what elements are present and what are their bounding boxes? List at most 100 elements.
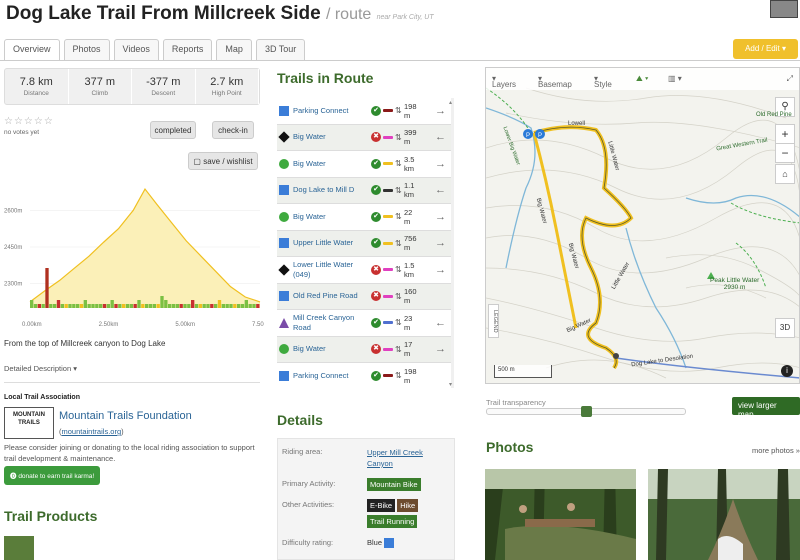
- direction-icon: ⇅: [395, 132, 402, 142]
- detailed-description-toggle[interactable]: Detailed Description ▾: [4, 364, 77, 373]
- grade-bar: [37, 304, 41, 308]
- other-activities: E-Bike Hike Trail Running: [367, 499, 419, 528]
- add-edit-button[interactable]: Add / Edit ▾: [733, 39, 798, 59]
- columns-icon[interactable]: ▥ ▾: [668, 74, 682, 83]
- trail-direction: →: [435, 104, 446, 117]
- grade-bar: [214, 304, 218, 308]
- info-icon[interactable]: i: [781, 365, 793, 377]
- save-wishlist-button[interactable]: ▢ save / wishlist: [188, 152, 258, 170]
- association-name-link[interactable]: Mountain Trails Foundation: [59, 410, 192, 422]
- trail-row[interactable]: Big Water ✔ ⇅ 22 m →: [277, 204, 452, 231]
- trail-direction: ←: [435, 316, 446, 329]
- grade-bar: [202, 304, 206, 308]
- direction-icon: ⇅: [395, 106, 402, 116]
- direction-icon: ⇅: [395, 291, 402, 301]
- compass-icon[interactable]: ⌂: [775, 164, 795, 184]
- trail-photo-1[interactable]: [485, 469, 636, 560]
- photos-heading: Photos: [486, 439, 534, 455]
- completed-button[interactable]: completed: [150, 121, 196, 139]
- trail-direction: →: [435, 263, 446, 276]
- tab-reports[interactable]: Reports: [162, 39, 213, 61]
- legend-toggle[interactable]: LEGEND: [488, 304, 499, 338]
- fullscreen-icon[interactable]: ⤢: [787, 74, 793, 84]
- trail-row[interactable]: Big Water ✖ ⇅ 17 m →: [277, 336, 452, 363]
- trail-name[interactable]: Mill Creek Canyon Road: [293, 313, 371, 333]
- transparency-slider-handle[interactable]: [581, 406, 592, 417]
- more-photos-link[interactable]: more photos »: [752, 446, 800, 455]
- condition-icon: ✔: [371, 370, 381, 381]
- trail-row[interactable]: Old Red Pine Road ✖ ⇅ 160 m: [277, 283, 452, 310]
- trail-length: 17 m: [404, 340, 413, 359]
- trail-name[interactable]: Dog Lake to Mill D: [293, 185, 371, 195]
- style-menu[interactable]: Style ▾: [594, 74, 612, 89]
- trail-color-swatch: [383, 268, 393, 272]
- trail-length: 3.5 km: [404, 154, 415, 173]
- scroll-down-icon[interactable]: ▾: [449, 381, 452, 388]
- grade-bar: [114, 304, 118, 308]
- trail-map[interactable]: PP Layers ▾ Basemap ▾ Style ▾ ⛰ ▾ ▥ ▾ ⤢ …: [485, 67, 800, 384]
- grade-bar: [256, 304, 260, 308]
- tab-map[interactable]: Map: [216, 39, 252, 61]
- grade-bar: [56, 300, 61, 308]
- association-url[interactable]: (mountaintrails.org): [59, 427, 124, 436]
- tab-3d-tour[interactable]: 3D Tour: [255, 39, 306, 61]
- riding-area-link[interactable]: Upper Mill Creek Canyon: [367, 447, 447, 469]
- tab-divider: [0, 60, 800, 61]
- trail-row[interactable]: Dog Lake to Mill D ✔ ⇅ 1.1 km ←: [277, 177, 452, 204]
- scroll-up-icon[interactable]: ▴: [449, 99, 452, 106]
- difficulty-label: Difficulty rating:: [282, 538, 334, 547]
- trail-color-swatch: [383, 109, 393, 113]
- tab-overview[interactable]: Overview: [4, 39, 60, 61]
- trail-row[interactable]: Lower Little Water (049) ✖ ⇅ 1.5 km →: [277, 257, 452, 284]
- basemap-menu[interactable]: Basemap ▾: [538, 74, 572, 89]
- trail-length: 23 m: [404, 313, 413, 332]
- x-tick-label: 2.50km: [99, 322, 119, 328]
- rating-stars[interactable]: ☆☆☆☆☆: [4, 116, 54, 127]
- layers-menu[interactable]: Layers ▾: [492, 74, 516, 89]
- trail-name[interactable]: Big Water: [293, 132, 371, 142]
- 3d-button[interactable]: 3D: [775, 318, 795, 338]
- tab-videos[interactable]: Videos: [113, 39, 159, 61]
- grade-bar: [122, 304, 126, 308]
- association-logo[interactable]: MOUNTAIN TRAILS: [4, 407, 54, 439]
- riding-area-label: Riding area:: [282, 447, 323, 456]
- checkin-button[interactable]: check-in: [212, 121, 254, 139]
- trail-row[interactable]: Big Water ✔ ⇅ 3.5 km →: [277, 151, 452, 178]
- trails-scrollbar[interactable]: [451, 98, 454, 388]
- trail-name[interactable]: Big Water: [293, 344, 371, 354]
- tab-photos[interactable]: Photos: [63, 39, 110, 61]
- trail-name[interactable]: Parking Connect: [293, 106, 371, 116]
- trail-name[interactable]: Lower Little Water (049): [293, 260, 371, 280]
- grade-bar: [30, 300, 34, 308]
- grade-bar: [183, 304, 187, 308]
- zoom-out-button[interactable]: −: [775, 143, 795, 163]
- map-canvas[interactable]: PP: [486, 68, 800, 384]
- trail-name[interactable]: Upper Little Water: [293, 238, 371, 248]
- trail-name[interactable]: Big Water: [293, 159, 371, 169]
- trail-row[interactable]: Parking Connect ✔ ⇅ 198 m →: [277, 98, 452, 125]
- trail-color-swatch: [383, 241, 393, 245]
- map-toolbar: Layers ▾ Basemap ▾ Style ▾ ⛰ ▾ ▥ ▾ ⤢: [486, 68, 799, 90]
- svg-text:P: P: [526, 133, 530, 139]
- grade-bar: [206, 304, 210, 308]
- product-thumbnail[interactable]: [4, 536, 34, 560]
- route-description: From the top of Millcreek canyon to Dog …: [4, 339, 166, 348]
- trail-row[interactable]: Upper Little Water ✔ ⇅ 756 m →: [277, 230, 452, 257]
- trail-name[interactable]: Big Water: [293, 212, 371, 222]
- view-larger-map-button[interactable]: view larger map: [732, 397, 800, 419]
- trail-row[interactable]: Big Water ✖ ⇅ 399 m ←: [277, 124, 452, 151]
- trail-name[interactable]: Parking Connect: [293, 371, 371, 381]
- grade-bar: [156, 304, 160, 308]
- trail-photo-2[interactable]: [648, 469, 800, 560]
- details-heading: Details: [277, 412, 323, 428]
- trail-name[interactable]: Old Red Pine Road: [293, 291, 371, 301]
- donate-button[interactable]: ⓿ donate to earn trail karma!: [4, 466, 101, 485]
- trail-style-icon[interactable]: ⛰ ▾: [636, 74, 648, 84]
- zoom-in-button[interactable]: +: [775, 124, 795, 144]
- grade-bar: [129, 304, 133, 308]
- map-label-lowell: Lowell: [568, 121, 586, 127]
- trail-row[interactable]: Mill Creek Canyon Road ✔ ⇅ 23 m ←: [277, 310, 452, 337]
- difficulty-value: Blue: [367, 538, 395, 549]
- header-thumbnail[interactable]: [770, 0, 798, 18]
- trail-row[interactable]: Parking Connect ✔ ⇅ 198 m: [277, 363, 452, 388]
